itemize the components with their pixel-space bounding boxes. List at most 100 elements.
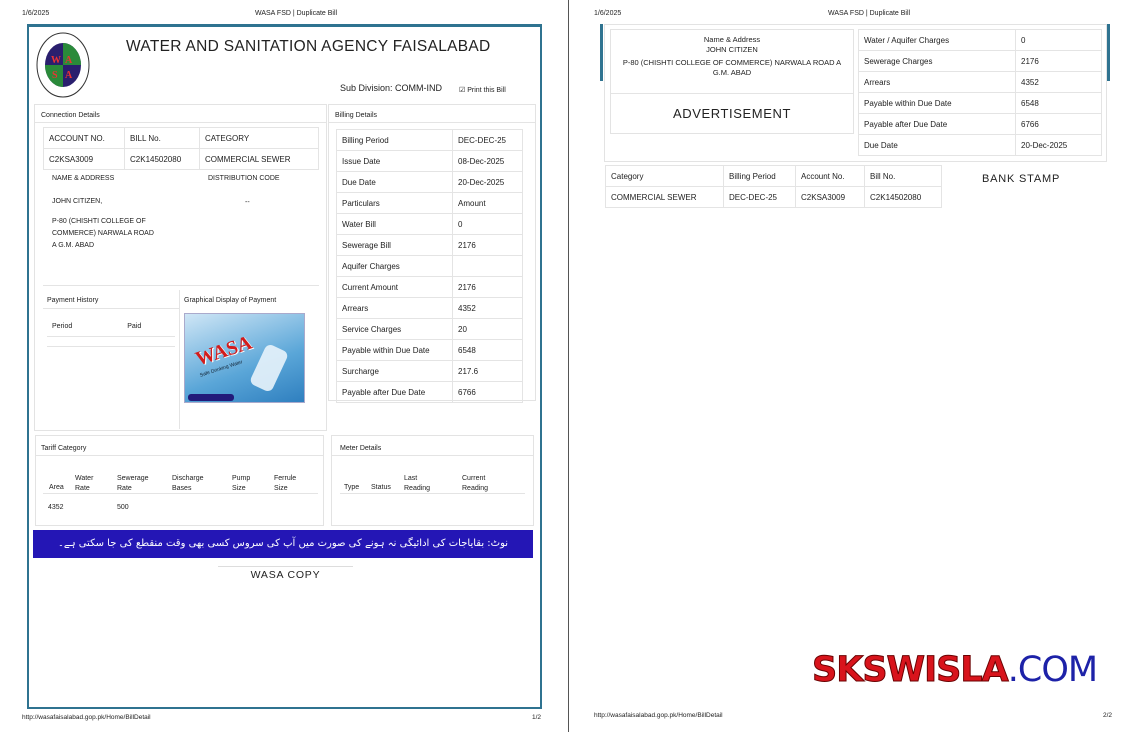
- checkbox-icon[interactable]: ☑: [459, 87, 465, 94]
- svg-text:W: W: [51, 55, 61, 66]
- row-label: Arrears: [859, 72, 1016, 93]
- print-date: 1/6/2025: [22, 10, 49, 17]
- sub-division: Sub Division: COMM-IND: [340, 83, 442, 93]
- table-row: Payable after Due Date6766: [337, 382, 523, 403]
- table-row: Payable within Due Date6548: [859, 93, 1102, 114]
- table-row: Payable after Due Date6766: [859, 114, 1102, 135]
- wasa-ad-image: WASA Safe Drinking Water: [184, 313, 305, 403]
- row-value: 4352: [453, 298, 523, 319]
- sub-division-value: COMM-IND: [395, 83, 442, 93]
- row-value: 2176: [453, 277, 523, 298]
- payment-history: Payment History PeriodPaid: [43, 290, 180, 429]
- customer-address: P-80 (CHISHTI COLLEGE OFCOMMERCE) NARWAL…: [52, 216, 154, 252]
- header-bill: BILL No.: [125, 128, 200, 149]
- table-row: Issue Date08-Dec-2025: [337, 151, 523, 172]
- row-value: DEC-DEC-25: [453, 130, 523, 151]
- footer-url[interactable]: http://wasafaisalabad.gop.pk/Home/BillDe…: [594, 712, 723, 719]
- table-row: Aquifer Charges: [337, 256, 523, 277]
- bank-stamp-label: BANK STAMP: [982, 173, 1060, 185]
- section-title: Tariff Category: [36, 436, 323, 456]
- row-label: Due Date: [859, 135, 1016, 156]
- row-label: Payable after Due Date: [337, 382, 453, 403]
- print-doc-title: WASA FSD | Duplicate Bill: [828, 10, 910, 17]
- table-row: Surcharge217.6: [337, 361, 523, 382]
- row-label: Issue Date: [337, 151, 453, 172]
- page-divider: [568, 0, 569, 732]
- row-value: 20-Dec-2025: [453, 172, 523, 193]
- print-bill-link[interactable]: ☑ Print this Bill: [459, 86, 506, 94]
- frame-left-edge: [600, 24, 603, 81]
- sub-division-label: Sub Division:: [340, 83, 393, 93]
- tariff-area: 4352: [48, 504, 64, 511]
- name-address-block: NAME & ADDRESS DISTRIBUTION CODE JOHN CI…: [43, 170, 319, 286]
- page-number: 2/2: [1103, 712, 1112, 719]
- row-label: Water Bill: [337, 214, 453, 235]
- print-date: 1/6/2025: [594, 10, 621, 17]
- print-bill-label[interactable]: Print this Bill: [467, 87, 506, 94]
- customer-name: JOHN CITIZEN: [611, 45, 853, 55]
- row-label: Water / Aquifer Charges: [859, 30, 1016, 51]
- row-label: Service Charges: [337, 319, 453, 340]
- row-label: Current Amount: [337, 277, 453, 298]
- customer-name: JOHN CITIZEN,: [52, 198, 102, 205]
- row-value: 217.6: [453, 361, 523, 382]
- row-value: 2176: [453, 235, 523, 256]
- category: COMMERCIAL SEWER: [200, 149, 319, 170]
- table-row: Payable within Due Date6548: [337, 340, 523, 361]
- row-label: Payable within Due Date: [337, 340, 453, 361]
- charges-table: Water / Aquifer Charges0Sewerage Charges…: [858, 29, 1102, 156]
- watermark-logo: SKSWISLA.COM: [812, 650, 1097, 690]
- tariff-header: Area Water Rate Sewerage Rate Discharge …: [43, 472, 318, 494]
- svg-text:A: A: [65, 55, 73, 66]
- table-row: Water Bill0: [337, 214, 523, 235]
- table-row: Current Amount2176: [337, 277, 523, 298]
- section-title: Meter Details: [332, 436, 533, 456]
- row-value: 6766: [453, 382, 523, 403]
- row-value: 4352: [1016, 72, 1102, 93]
- meter-header: Type Status Last Reading Current Reading: [340, 472, 525, 494]
- table-row: Due Date20-Dec-2025: [337, 172, 523, 193]
- urdu-notice-banner: نوٹ: بقایاجات کی ادائیگی نہ ہونے کی صورت…: [33, 530, 533, 558]
- row-value: 6548: [1016, 93, 1102, 114]
- row-label: Aquifer Charges: [337, 256, 453, 277]
- wasa-copy-label: WASA COPY: [218, 566, 353, 581]
- bill-no: C2K14502080: [125, 149, 200, 170]
- row-value: 6548: [453, 340, 523, 361]
- row-label: Arrears: [337, 298, 453, 319]
- graphical-display-title: Graphical Display of Payment: [184, 297, 276, 304]
- tariff-sewerage-rate: 500: [117, 504, 129, 511]
- payment-history-header: PeriodPaid: [47, 317, 175, 337]
- table-row: Due Date20-Dec-2025: [859, 135, 1102, 156]
- agency-title: WATER AND SANITATION AGENCY FAISALABAD: [126, 38, 491, 56]
- name-address-box: Name & Address JOHN CITIZEN P-80 (CHISHT…: [610, 29, 854, 134]
- print-doc-title: WASA FSD | Duplicate Bill: [255, 10, 337, 17]
- row-value: [453, 256, 523, 277]
- row-value: 2176: [1016, 51, 1102, 72]
- row-value: Amount: [453, 193, 523, 214]
- tariff-category: Tariff Category Area Water Rate Sewerage…: [35, 435, 324, 526]
- header-category: CATEGORY: [200, 128, 319, 149]
- section-title: Connection Details: [35, 105, 326, 123]
- row-label: Sewerage Bill: [337, 235, 453, 256]
- name-address-label: Name & Address: [611, 35, 853, 45]
- svg-text:S: S: [52, 70, 58, 81]
- meter-details: Meter Details Type Status Last Reading C…: [331, 435, 534, 526]
- name-address-label: NAME & ADDRESS: [52, 175, 114, 182]
- row-label: Sewerage Charges: [859, 51, 1016, 72]
- frame-right-edge: [1107, 24, 1110, 81]
- row-label: Payable within Due Date: [859, 93, 1016, 114]
- row-label: Due Date: [337, 172, 453, 193]
- row-value: 0: [453, 214, 523, 235]
- account-no: C2KSA3009: [44, 149, 125, 170]
- table-row: Sewerage Bill2176: [337, 235, 523, 256]
- connection-table: ACCOUNT NO.BILL No.CATEGORY C2KSA3009C2K…: [43, 127, 319, 170]
- row-value: 08-Dec-2025: [453, 151, 523, 172]
- distribution-code: --: [245, 199, 250, 206]
- wasa-logo: WASA: [36, 32, 90, 98]
- advertisement-label: ADVERTISEMENT: [611, 94, 853, 121]
- distribution-code-label: DISTRIBUTION CODE: [208, 175, 280, 182]
- table-row: Arrears4352: [337, 298, 523, 319]
- row-value: 6766: [1016, 114, 1102, 135]
- footer-url[interactable]: http://wasafaisalabad.gop.pk/Home/BillDe…: [22, 714, 151, 721]
- table-row: Water / Aquifer Charges0: [859, 30, 1102, 51]
